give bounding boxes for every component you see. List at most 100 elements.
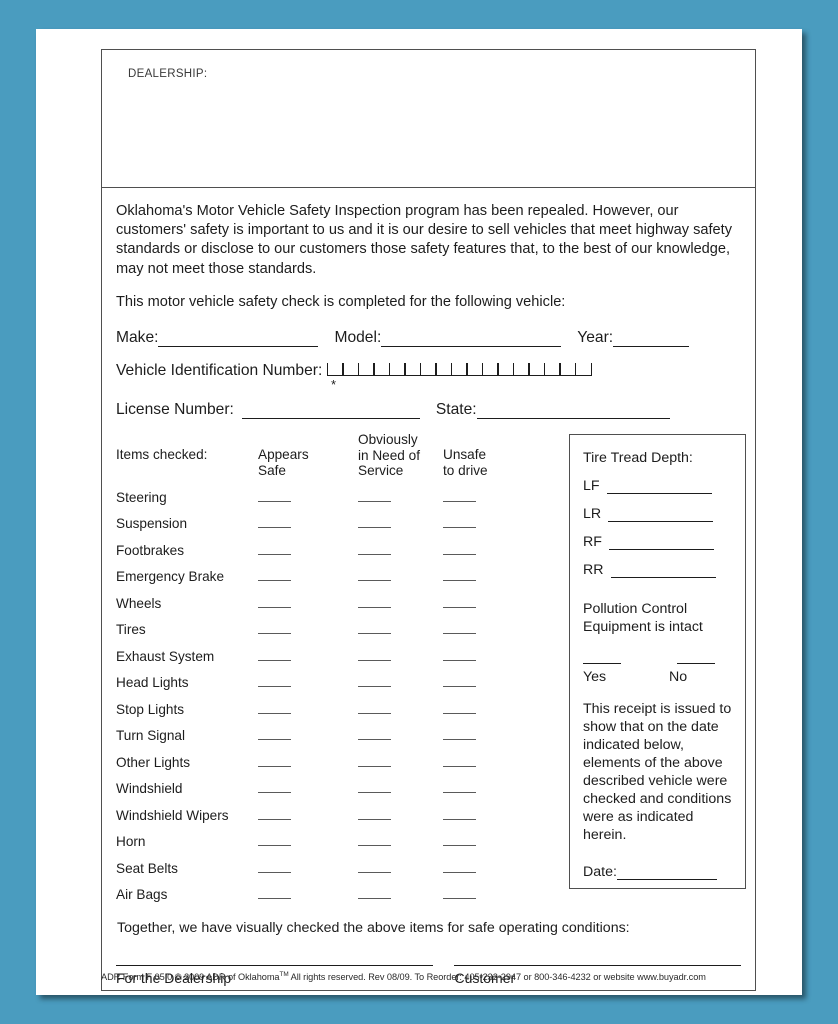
checklist-mark-cell-3[interactable] bbox=[443, 543, 538, 558]
checklist-mark-line[interactable] bbox=[443, 571, 476, 582]
checklist-mark-line[interactable] bbox=[258, 492, 291, 502]
checklist-mark-cell-3[interactable] bbox=[443, 702, 538, 717]
checklist-mark-line[interactable] bbox=[358, 704, 391, 714]
checklist-mark-line[interactable] bbox=[258, 598, 291, 608]
dealership-signature-line[interactable] bbox=[116, 964, 434, 967]
checklist-mark-cell-2[interactable] bbox=[358, 490, 443, 505]
vin-cell-5[interactable] bbox=[388, 363, 406, 377]
vin-cell-1[interactable] bbox=[326, 363, 344, 377]
vin-cell-10[interactable] bbox=[466, 363, 484, 377]
checklist-mark-line[interactable] bbox=[258, 518, 291, 529]
checklist-mark-cell-2[interactable] bbox=[358, 649, 443, 664]
checklist-mark-line[interactable] bbox=[443, 810, 476, 820]
checklist-mark-line[interactable] bbox=[443, 545, 476, 555]
checklist-mark-cell-2[interactable] bbox=[358, 516, 443, 531]
model-input-line[interactable] bbox=[381, 332, 562, 348]
checklist-mark-cell-1[interactable] bbox=[258, 755, 358, 770]
checklist-mark-line[interactable] bbox=[358, 836, 391, 847]
checklist-mark-line[interactable] bbox=[258, 651, 291, 661]
checklist-mark-cell-2[interactable] bbox=[358, 808, 443, 823]
tire-input-rr[interactable] bbox=[610, 563, 716, 579]
checklist-mark-cell-2[interactable] bbox=[358, 675, 443, 690]
vin-cell-2[interactable] bbox=[342, 363, 360, 377]
date-input-line[interactable] bbox=[616, 865, 717, 881]
license-input-line[interactable] bbox=[241, 404, 420, 420]
customer-signature-line[interactable] bbox=[454, 964, 741, 967]
checklist-mark-cell-3[interactable] bbox=[443, 861, 538, 876]
checklist-mark-line[interactable] bbox=[443, 492, 476, 502]
checklist-mark-line[interactable] bbox=[358, 651, 391, 661]
pollution-no-line[interactable] bbox=[676, 654, 715, 665]
checklist-mark-cell-1[interactable] bbox=[258, 808, 358, 823]
checklist-mark-cell-1[interactable] bbox=[258, 569, 358, 584]
vin-cell-12[interactable] bbox=[497, 363, 515, 377]
checklist-mark-line[interactable] bbox=[443, 518, 476, 529]
checklist-mark-cell-2[interactable] bbox=[358, 569, 443, 584]
checklist-mark-line[interactable] bbox=[258, 836, 291, 847]
checklist-mark-cell-3[interactable] bbox=[443, 516, 538, 531]
checklist-mark-cell-1[interactable] bbox=[258, 622, 358, 637]
checklist-mark-line[interactable] bbox=[258, 545, 291, 555]
checklist-mark-cell-3[interactable] bbox=[443, 649, 538, 664]
checklist-mark-line[interactable] bbox=[443, 889, 476, 900]
checklist-mark-cell-1[interactable] bbox=[258, 834, 358, 849]
checklist-mark-line[interactable] bbox=[358, 863, 391, 873]
checklist-mark-cell-1[interactable] bbox=[258, 702, 358, 717]
checklist-mark-cell-2[interactable] bbox=[358, 596, 443, 611]
checklist-mark-cell-1[interactable] bbox=[258, 887, 358, 902]
checklist-mark-line[interactable] bbox=[358, 677, 391, 688]
vin-cell-17[interactable] bbox=[574, 363, 592, 377]
checklist-mark-line[interactable] bbox=[358, 889, 391, 900]
checklist-mark-line[interactable] bbox=[443, 651, 476, 661]
tire-input-lr[interactable] bbox=[608, 507, 714, 523]
checklist-mark-line[interactable] bbox=[443, 783, 476, 794]
checklist-mark-cell-1[interactable] bbox=[258, 649, 358, 664]
vin-cells[interactable] bbox=[326, 363, 592, 381]
checklist-mark-cell-1[interactable] bbox=[258, 675, 358, 690]
pollution-yes-line[interactable] bbox=[583, 654, 621, 665]
checklist-mark-line[interactable] bbox=[358, 518, 391, 529]
vin-cell-6[interactable] bbox=[404, 363, 422, 377]
state-input-line[interactable] bbox=[476, 404, 670, 420]
checklist-mark-line[interactable] bbox=[258, 704, 291, 714]
vin-cell-16[interactable] bbox=[559, 363, 577, 377]
checklist-mark-line[interactable] bbox=[443, 863, 476, 873]
checklist-mark-line[interactable] bbox=[258, 571, 291, 582]
checklist-mark-line[interactable] bbox=[443, 730, 476, 741]
checklist-mark-cell-1[interactable] bbox=[258, 490, 358, 505]
checklist-mark-cell-3[interactable] bbox=[443, 675, 538, 690]
checklist-mark-cell-2[interactable] bbox=[358, 728, 443, 743]
checklist-mark-line[interactable] bbox=[443, 704, 476, 714]
vin-cell-11[interactable] bbox=[481, 363, 499, 377]
checklist-mark-cell-2[interactable] bbox=[358, 887, 443, 902]
checklist-mark-cell-3[interactable] bbox=[443, 755, 538, 770]
vin-cell-7[interactable] bbox=[419, 363, 437, 377]
checklist-mark-line[interactable] bbox=[258, 730, 291, 741]
checklist-mark-cell-3[interactable] bbox=[443, 569, 538, 584]
checklist-mark-line[interactable] bbox=[358, 598, 391, 608]
checklist-mark-line[interactable] bbox=[358, 730, 391, 741]
checklist-mark-line[interactable] bbox=[258, 889, 291, 900]
checklist-mark-line[interactable] bbox=[358, 783, 391, 794]
vin-cell-14[interactable] bbox=[528, 363, 546, 377]
vin-cell-15[interactable] bbox=[543, 363, 561, 377]
checklist-mark-line[interactable] bbox=[443, 836, 476, 847]
checklist-mark-line[interactable] bbox=[443, 677, 476, 688]
tire-input-lf[interactable] bbox=[606, 479, 712, 495]
checklist-mark-line[interactable] bbox=[258, 677, 291, 688]
checklist-mark-line[interactable] bbox=[358, 545, 391, 555]
checklist-mark-cell-3[interactable] bbox=[443, 781, 538, 796]
checklist-mark-line[interactable] bbox=[258, 783, 291, 794]
checklist-mark-cell-1[interactable] bbox=[258, 543, 358, 558]
checklist-mark-line[interactable] bbox=[258, 810, 291, 820]
vin-cell-13[interactable] bbox=[512, 363, 530, 377]
checklist-mark-cell-2[interactable] bbox=[358, 622, 443, 637]
checklist-mark-cell-3[interactable] bbox=[443, 887, 538, 902]
checklist-mark-cell-3[interactable] bbox=[443, 596, 538, 611]
year-input-line[interactable] bbox=[613, 332, 690, 348]
checklist-mark-line[interactable] bbox=[258, 757, 291, 767]
checklist-mark-line[interactable] bbox=[443, 757, 476, 767]
checklist-mark-line[interactable] bbox=[358, 810, 391, 820]
tire-input-rf[interactable] bbox=[608, 535, 714, 551]
vin-cell-9[interactable] bbox=[450, 363, 468, 377]
